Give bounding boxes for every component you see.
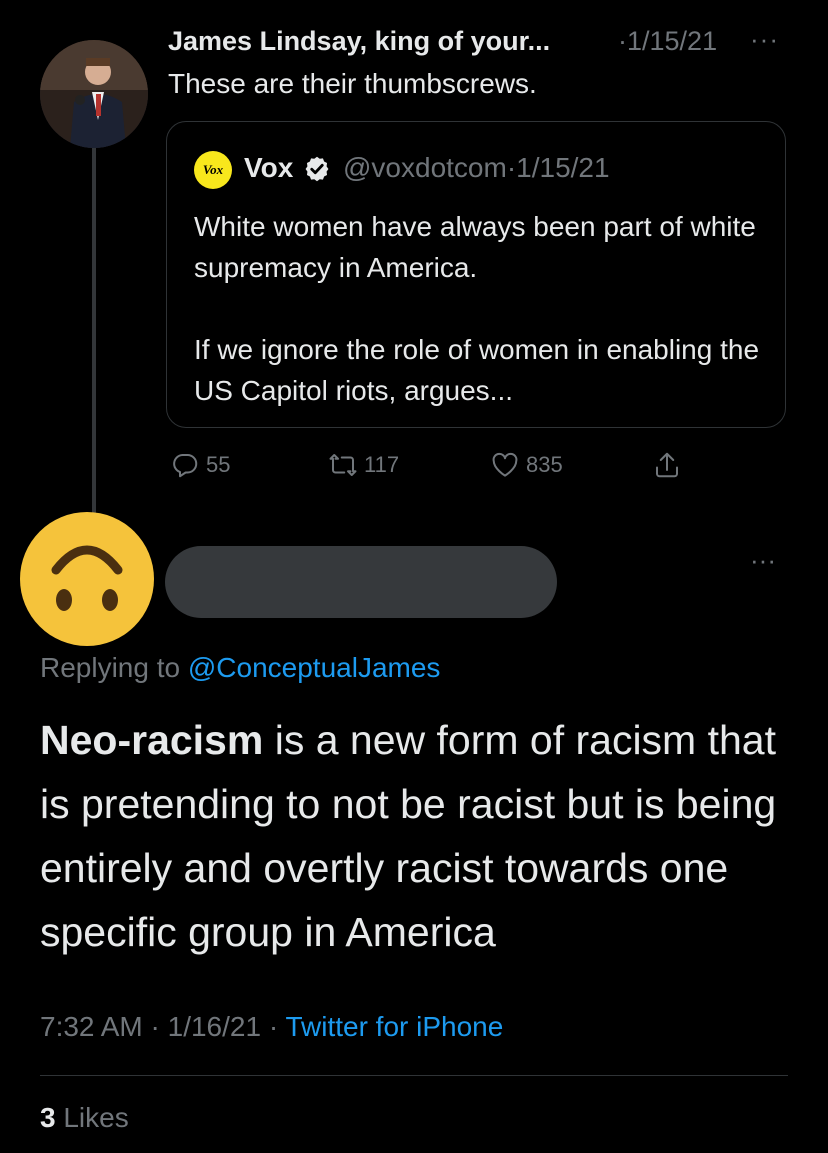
- tweet-date[interactable]: ·1/15/21: [618, 26, 717, 57]
- redacted-username-block: [165, 546, 557, 618]
- quoted-date: 1/15/21: [516, 152, 610, 183]
- retweet-count: 117: [364, 452, 400, 477]
- author-avatar[interactable]: [40, 40, 148, 148]
- retweet-button[interactable]: 117: [328, 450, 399, 480]
- divider: [40, 1075, 788, 1076]
- author-name[interactable]: James Lindsay, king of your...: [168, 26, 550, 57]
- replying-to-label: Replying to: [40, 652, 181, 683]
- replying-to-line: Replying to @ConceptualJames: [40, 652, 440, 684]
- tweet-metadata: 7:32 AM · 1/16/21 · Twitter for iPhone: [40, 1011, 503, 1043]
- date-separator: ·: [618, 26, 627, 56]
- verified-badge-icon: [305, 156, 329, 182]
- quoted-handle-text: @voxdotcom: [343, 152, 507, 183]
- more-options-icon[interactable]: ···: [750, 545, 776, 576]
- quoted-paragraph-2: If we ignore the role of women in enabli…: [194, 334, 760, 406]
- quoted-tweet-text: White women have always been part of whi…: [194, 206, 774, 411]
- tweet-date-text: 1/15/21: [627, 26, 718, 56]
- author-photo: [40, 40, 148, 148]
- reply-bold-term: Neo-racism: [40, 717, 264, 763]
- likes-count: 3: [40, 1102, 56, 1133]
- reply-count: 55: [206, 452, 231, 477]
- date-separator: ·: [506, 152, 517, 183]
- like-button[interactable]: 835: [490, 450, 563, 480]
- reply-icon: [173, 454, 198, 478]
- date-separator: ·: [150, 1011, 160, 1042]
- likes-label: Likes: [63, 1102, 129, 1133]
- share-icon: [656, 452, 678, 478]
- like-icon: [492, 452, 518, 477]
- tweet-source-link[interactable]: Twitter for iPhone: [285, 1011, 503, 1042]
- like-count: 835: [526, 452, 563, 477]
- tweet-full-date[interactable]: 1/16/21: [168, 1011, 261, 1042]
- quoted-author-name[interactable]: Vox: [244, 152, 293, 184]
- reply-button[interactable]: 55: [170, 450, 230, 480]
- reply-text: Neo-racism is a new form of racism that …: [40, 708, 800, 964]
- tweet-time[interactable]: 7:32 AM: [40, 1011, 143, 1042]
- quoted-paragraph-1: White women have always been part of whi…: [194, 211, 756, 283]
- likes-summary[interactable]: 3 Likes: [40, 1102, 129, 1134]
- thread-connector-line: [92, 148, 96, 520]
- retweet-icon: [329, 454, 357, 476]
- emoji-face-features: [51, 545, 123, 611]
- tweet-text: These are their thumbscrews.: [168, 68, 537, 99]
- more-options-icon[interactable]: ···: [750, 24, 779, 55]
- date-separator: ·: [268, 1011, 279, 1042]
- share-button[interactable]: [652, 450, 688, 480]
- quoted-author-handle[interactable]: @voxdotcom·1/15/21: [343, 152, 610, 184]
- vox-avatar[interactable]: Vox: [194, 151, 232, 189]
- replying-to-handle-link[interactable]: @ConceptualJames: [188, 652, 441, 683]
- upside-down-face-emoji[interactable]: [20, 512, 154, 646]
